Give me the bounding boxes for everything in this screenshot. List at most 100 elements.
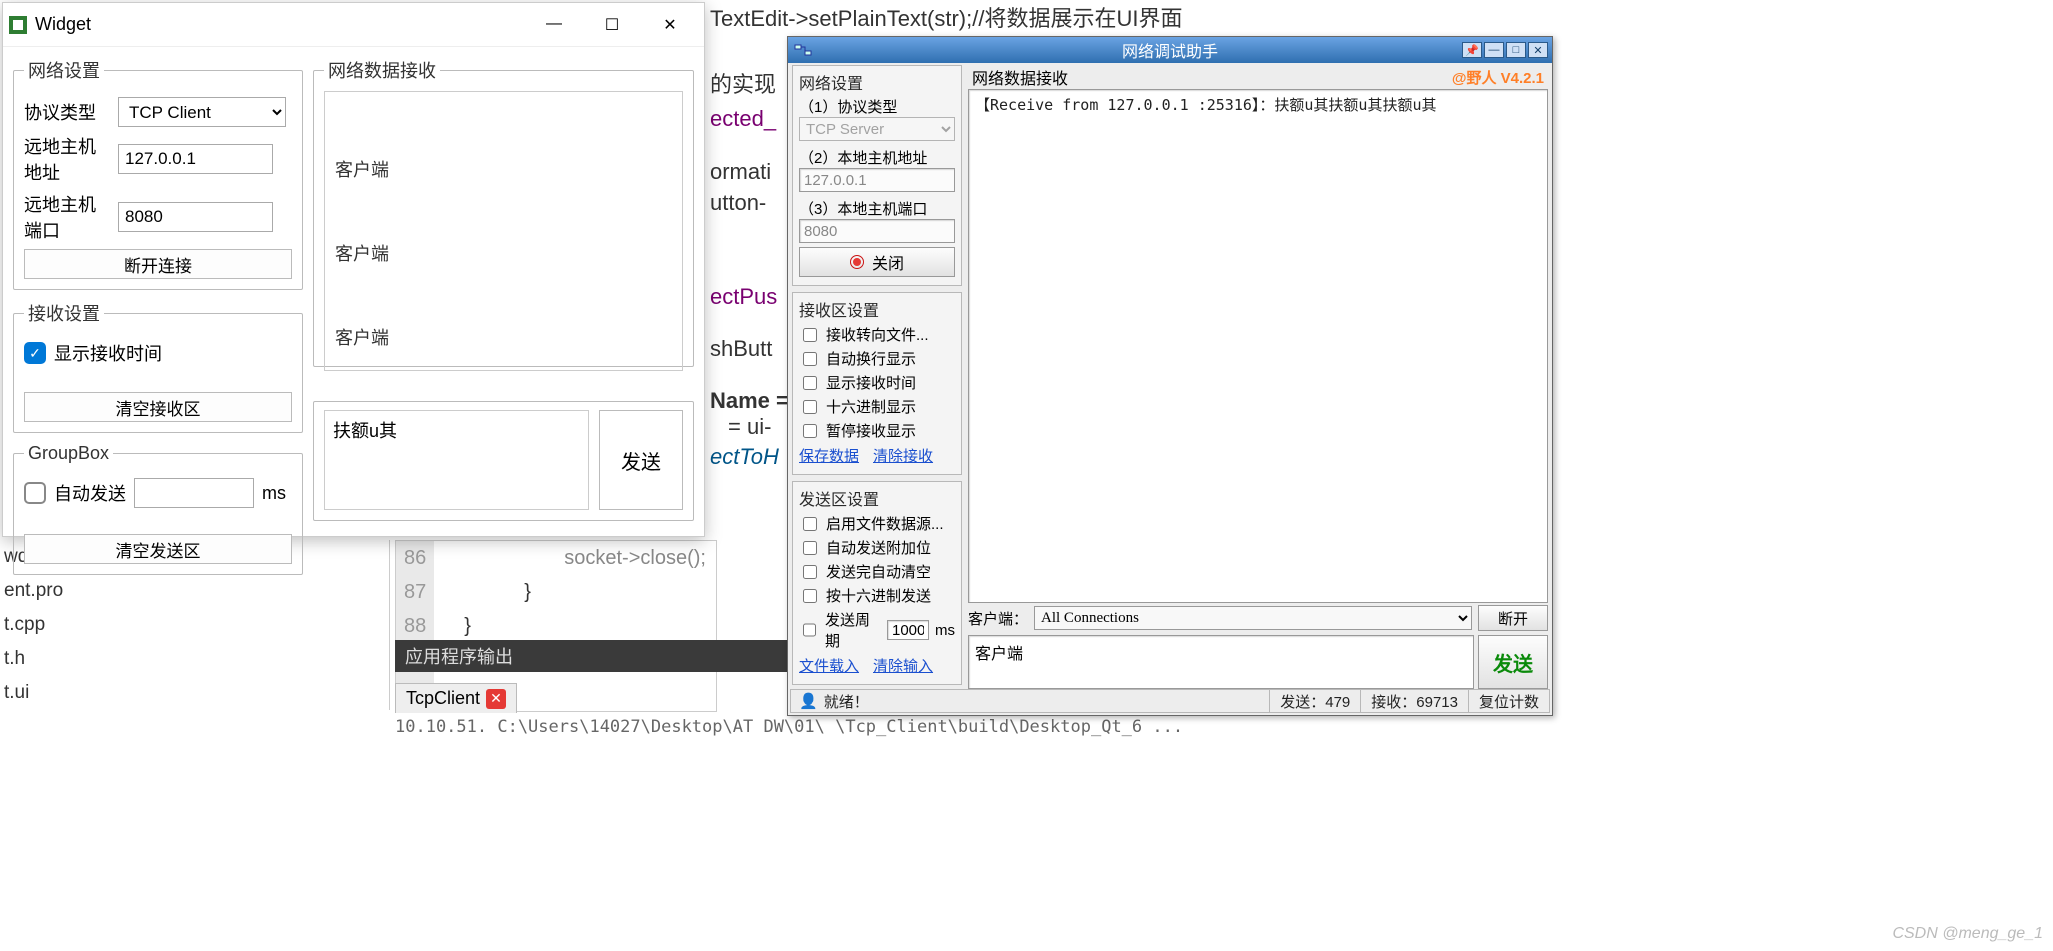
status-bar: 👤就绪！ 发送：479 接收：69713 复位计数 xyxy=(790,689,1550,713)
rx-log-area[interactable]: 【Receive from 127.0.0.1 :25316】：扶额u其扶额u其… xyxy=(968,89,1548,603)
group-network-settings: 网络设置 协议类型 TCP Client 远地主机地址 远地主机端口 断开连接 xyxy=(13,57,303,290)
group-box: GroupBox 自动发送 ms 清空发送区 xyxy=(13,443,303,575)
group-tx: 扶额u其 发送 xyxy=(313,401,694,521)
app-icon xyxy=(794,42,812,58)
reset-counter-button[interactable]: 复位计数 xyxy=(1468,690,1549,712)
rx-header: 网络数据接收 xyxy=(972,65,1068,89)
link-clear-input[interactable]: 清除输入 xyxy=(873,655,933,676)
protocol-select[interactable]: TCP Server xyxy=(799,117,955,141)
link-save-data[interactable]: 保存数据 xyxy=(799,445,859,466)
chk-rx-to-file[interactable]: 接收转向文件... xyxy=(799,324,955,345)
host-input[interactable] xyxy=(118,144,273,174)
user-icon: 👤 xyxy=(799,692,818,710)
code-frag: ected_ xyxy=(710,102,776,136)
close-conn-button[interactable]: 关闭 xyxy=(799,247,955,277)
code-frag: = ui- xyxy=(728,410,771,444)
chk-file-source[interactable]: 启用文件数据源... xyxy=(799,513,955,534)
close-button[interactable]: ✕ xyxy=(654,15,686,35)
chk-auto-append[interactable]: 自动发送附加位 xyxy=(799,537,955,558)
show-time-label: 显示接收时间 xyxy=(54,340,162,366)
port-input[interactable] xyxy=(118,202,273,232)
code-frag: 的实现 xyxy=(710,68,776,102)
label-port: （3）本地主机端口 xyxy=(799,198,955,219)
widget-window: Widget — ☐ ✕ 网络设置 协议类型 TCP Client 远地主机地址… xyxy=(2,2,705,537)
clear-tx-button[interactable]: 清空发送区 xyxy=(24,534,292,564)
panel-header: 网络设置 xyxy=(799,70,955,94)
titlebar[interactable]: Widget — ☐ ✕ xyxy=(3,3,704,47)
clear-rx-button[interactable]: 清空接收区 xyxy=(24,392,292,422)
label-host: （2）本地主机地址 xyxy=(799,147,955,168)
show-time-checkbox[interactable]: ✓ xyxy=(24,342,46,364)
panel-tx-settings: 发送区设置 启用文件数据源... 自动发送附加位 发送完自动清空 按十六进制发送… xyxy=(792,481,962,685)
target-select[interactable]: All Connections xyxy=(1034,606,1472,630)
watermark: CSDN @meng_ge_1 xyxy=(1892,925,2043,943)
output-title: 应用程序输出 xyxy=(405,643,513,669)
disconnect-button[interactable]: 断开连接 xyxy=(24,249,292,279)
output-tabs: TcpClient ✕ xyxy=(395,675,517,713)
file-item[interactable]: t.h xyxy=(4,642,389,676)
tab-label: TcpClient xyxy=(406,688,480,709)
chk-hex-rx[interactable]: 十六进制显示 xyxy=(799,396,955,417)
close-button[interactable]: ✕ xyxy=(1528,42,1548,58)
period-input[interactable] xyxy=(887,620,929,640)
send-button[interactable]: 发送 xyxy=(599,410,683,510)
code-frag: ectPus xyxy=(710,280,777,314)
version-label: @野人 V4.2.1 xyxy=(1452,67,1544,88)
tx-textarea[interactable]: 扶额u其 xyxy=(324,410,589,510)
panel-header: 发送区设置 xyxy=(799,486,955,510)
chk-hex-tx[interactable]: 按十六进制发送 xyxy=(799,585,955,606)
assistant-window: 网络调试助手 📌 — □ ✕ 网络设置 （1）协议类型 TCP Server （… xyxy=(787,36,1553,716)
code-frag: shButt xyxy=(710,332,772,366)
ms-label: ms xyxy=(262,483,286,504)
maximize-button[interactable]: □ xyxy=(1506,42,1526,58)
file-item[interactable]: t.cpp xyxy=(4,608,389,642)
label-protocol: 协议类型 xyxy=(24,99,110,125)
pin-icon[interactable]: 📌 xyxy=(1462,42,1482,58)
code-line: TextEdit->setPlainText(str);//将数据展示在UI界面 xyxy=(710,2,1182,36)
legend: GroupBox xyxy=(24,443,113,464)
panel-network: 网络设置 （1）协议类型 TCP Server （2）本地主机地址 （3）本地主… xyxy=(792,65,962,286)
panel-rx-settings: 接收区设置 接收转向文件... 自动换行显示 显示接收时间 十六进制显示 暂停接… xyxy=(792,292,962,475)
window-title: Widget xyxy=(35,14,91,35)
tab-tcpclient[interactable]: TcpClient ✕ xyxy=(395,683,517,713)
minimize-button[interactable]: — xyxy=(1484,42,1504,58)
minimize-button[interactable]: — xyxy=(538,15,570,35)
legend: 网络设置 xyxy=(24,57,104,83)
chk-pause-rx[interactable]: 暂停接收显示 xyxy=(799,420,955,441)
assistant-title: 网络调试助手 xyxy=(1122,38,1218,62)
assistant-titlebar[interactable]: 网络调试助手 📌 — □ ✕ xyxy=(788,37,1552,63)
chk-send-period[interactable]: 发送周期 ms xyxy=(799,609,955,651)
tx-input[interactable]: 客户端 xyxy=(968,635,1474,689)
code-frag: ormati xyxy=(710,155,771,189)
maximize-button[interactable]: ☐ xyxy=(596,15,628,35)
status-sent: 发送：479 xyxy=(1269,690,1360,712)
group-rx-data: 网络数据接收 客户端 客户端 客户端 [2024-05-05 19:23:50]… xyxy=(313,57,694,367)
host-input[interactable] xyxy=(799,168,955,192)
status-ready: 就绪！ xyxy=(824,691,869,712)
record-icon xyxy=(850,255,864,269)
label-protocol: （1）协议类型 xyxy=(799,96,955,117)
protocol-select[interactable]: TCP Client xyxy=(118,97,286,127)
port-input[interactable] xyxy=(799,219,955,243)
file-item[interactable]: t.ui xyxy=(4,676,389,710)
code-frag: ectToH xyxy=(710,440,779,474)
code-frag: utton- xyxy=(710,186,766,220)
group-rx-settings: 接收设置 ✓ 显示接收时间 清空接收区 xyxy=(13,300,303,433)
target-label: 客户端： xyxy=(968,608,1028,629)
send-button[interactable]: 发送 xyxy=(1478,635,1548,689)
auto-send-label: 自动发送 xyxy=(54,480,126,506)
legend: 网络数据接收 xyxy=(324,57,440,83)
rx-textarea[interactable]: 客户端 客户端 客户端 [2024-05-05 19:23:50] 客户端 [2… xyxy=(324,91,683,371)
chk-auto-clear[interactable]: 发送完自动清空 xyxy=(799,561,955,582)
close-icon[interactable]: ✕ xyxy=(486,689,506,709)
auto-send-interval-input[interactable] xyxy=(134,478,254,508)
auto-send-checkbox[interactable] xyxy=(24,482,46,504)
label-host: 远地主机地址 xyxy=(24,133,110,185)
panel-header: 接收区设置 xyxy=(799,297,955,321)
chk-show-time[interactable]: 显示接收时间 xyxy=(799,372,955,393)
chk-autowrap[interactable]: 自动换行显示 xyxy=(799,348,955,369)
link-clear-rx[interactable]: 清除接收 xyxy=(873,445,933,466)
app-icon xyxy=(9,16,27,34)
link-load-file[interactable]: 文件载入 xyxy=(799,655,859,676)
disconnect-button[interactable]: 断开 xyxy=(1478,605,1548,631)
